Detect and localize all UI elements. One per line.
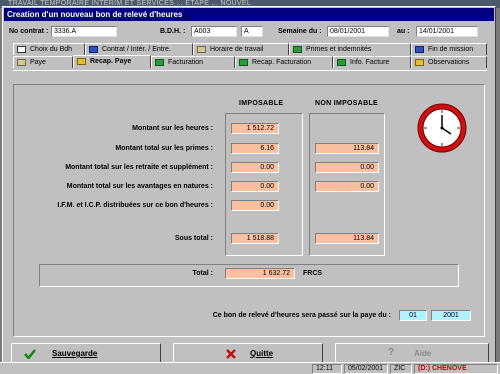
au-label: au : xyxy=(397,28,410,35)
tab-fin-mission[interactable]: Fin de mission xyxy=(411,43,487,55)
value-primes-imposable: 6.16 xyxy=(231,143,279,154)
bdh-field[interactable]: A003 xyxy=(191,26,237,37)
dialog-window: Creation d'un nouveau bon de relevé d'he… xyxy=(2,6,496,368)
clock-icon xyxy=(417,103,467,153)
col-imposable-header: IMPOSABLE xyxy=(239,100,284,107)
person-icon xyxy=(89,46,98,53)
tab-paye[interactable]: Paye xyxy=(13,56,73,68)
status-drive: (D:) CHENOVE xyxy=(414,364,498,374)
table-icon xyxy=(17,59,26,66)
semaine-label: Semaine du : xyxy=(278,28,322,35)
status-user: ZIC xyxy=(390,364,412,374)
value-ifm-icp-imposable: 0.00 xyxy=(231,200,279,211)
tab-label: Info. Facture xyxy=(350,59,390,66)
tab-label: Observations xyxy=(428,59,470,66)
tab-horaire[interactable]: Horaire de travail xyxy=(193,43,289,55)
row-label-primes: Montant total sur les primes : xyxy=(115,145,213,152)
invoice-icon xyxy=(239,59,248,66)
value-primes-non-imposable: 113.84 xyxy=(315,143,379,154)
sous-total-imposable: 1 518.88 xyxy=(231,233,279,244)
cross-icon xyxy=(226,349,236,359)
calendar-icon xyxy=(197,46,206,53)
bdh-label: B.D.H. : xyxy=(160,28,186,35)
tab-info-facture[interactable]: Info. Facture xyxy=(333,56,411,68)
status-date: 05/02/2001 xyxy=(344,364,388,374)
tab-label: Fin de mission xyxy=(428,46,474,53)
tab-label: Primes et indemnités xyxy=(306,46,372,53)
contrat-label: No contrat : xyxy=(9,28,49,35)
tab-choix-bdh[interactable]: Choix du Bdh xyxy=(13,43,85,55)
tab-label: Recap. Facturation xyxy=(252,59,312,66)
tab-label: Recap. Paye xyxy=(90,58,132,65)
col-non-imposable-header: NON IMPOSABLE xyxy=(315,100,379,107)
total-value: 1 632.72 xyxy=(225,268,295,279)
status-bar: 12:11 05/02/2001 ZIC (D:) CHENOVE xyxy=(0,362,500,374)
paye-year-field[interactable]: 2001 xyxy=(431,310,471,321)
tab-label: Horaire de travail xyxy=(210,46,264,53)
tab-contrat[interactable]: Contrat / Intér. / Entre. xyxy=(85,43,193,55)
tab-recap-paye[interactable]: Recap. Paye xyxy=(73,55,151,68)
help-button[interactable]: ? Aide xyxy=(335,343,489,364)
invoice-icon xyxy=(155,59,164,66)
value-heures-imposable: 1 512.72 xyxy=(231,123,279,134)
tab-primes[interactable]: Primes et indemnités xyxy=(289,43,411,55)
quit-button-label: Quitte xyxy=(250,349,274,358)
paye-period-label: Ce bon de relevé d'heures sera passé sur… xyxy=(212,312,391,319)
notes-icon xyxy=(415,59,424,66)
gear-icon xyxy=(77,58,86,65)
value-avantages-non-imposable: 0.00 xyxy=(315,181,379,192)
help-icon: ? xyxy=(388,347,395,358)
info-icon xyxy=(337,59,346,66)
sous-total-label: Sous total : xyxy=(174,235,213,242)
semaine-to-field[interactable]: 14/01/2001 xyxy=(416,26,478,37)
tab-recap-facturation[interactable]: Recap. Facturation xyxy=(235,56,333,68)
tab-facturation[interactable]: Facturation xyxy=(151,56,235,68)
window-title: Creation d'un nouveau bon de relevé d'he… xyxy=(4,8,494,21)
tab-label: Paye xyxy=(30,59,46,66)
tab-baseline xyxy=(13,70,487,71)
currency-label: FRCS xyxy=(303,270,323,277)
quit-button[interactable]: Quitte xyxy=(173,343,323,364)
row-label-retraite: Montant total sur les retraite et supplé… xyxy=(65,164,213,171)
tab-observations[interactable]: Observations xyxy=(411,56,487,68)
value-retraite-imposable: 0.00 xyxy=(231,162,279,173)
value-retraite-non-imposable: 0.00 xyxy=(315,162,379,173)
checkmark-icon xyxy=(24,349,36,359)
save-button[interactable]: Sauvegarde xyxy=(11,343,161,364)
paye-month-field[interactable]: 01 xyxy=(399,310,427,321)
bdh-suffix-field[interactable]: A xyxy=(241,26,263,37)
tab-label: Choix du Bdh xyxy=(30,46,73,53)
tab-label: Contrat / Intér. / Entre. xyxy=(102,46,171,53)
total-label: Total : xyxy=(192,270,213,277)
tab-label: Facturation xyxy=(168,59,204,66)
sous-total-non-imposable: 113.84 xyxy=(315,233,379,244)
contrat-field[interactable]: 3336.A xyxy=(51,26,117,37)
row-label-ifm-icp: I.F.M. et I.C.P. distribuées sur ce bon … xyxy=(57,202,213,209)
document-icon xyxy=(17,46,26,53)
row-label-heures: Montant sur les heures : xyxy=(132,125,213,132)
money-icon xyxy=(293,46,302,53)
semaine-from-field[interactable]: 08/01/2001 xyxy=(327,26,389,37)
status-time: 12:11 xyxy=(312,364,342,374)
save-button-label: Sauvegarde xyxy=(52,349,98,358)
help-button-label: Aide xyxy=(414,349,432,358)
row-label-avantages: Montant total sur les avantages en natur… xyxy=(66,183,213,190)
value-avantages-imposable: 0.00 xyxy=(231,181,279,192)
flag-icon xyxy=(415,46,424,53)
